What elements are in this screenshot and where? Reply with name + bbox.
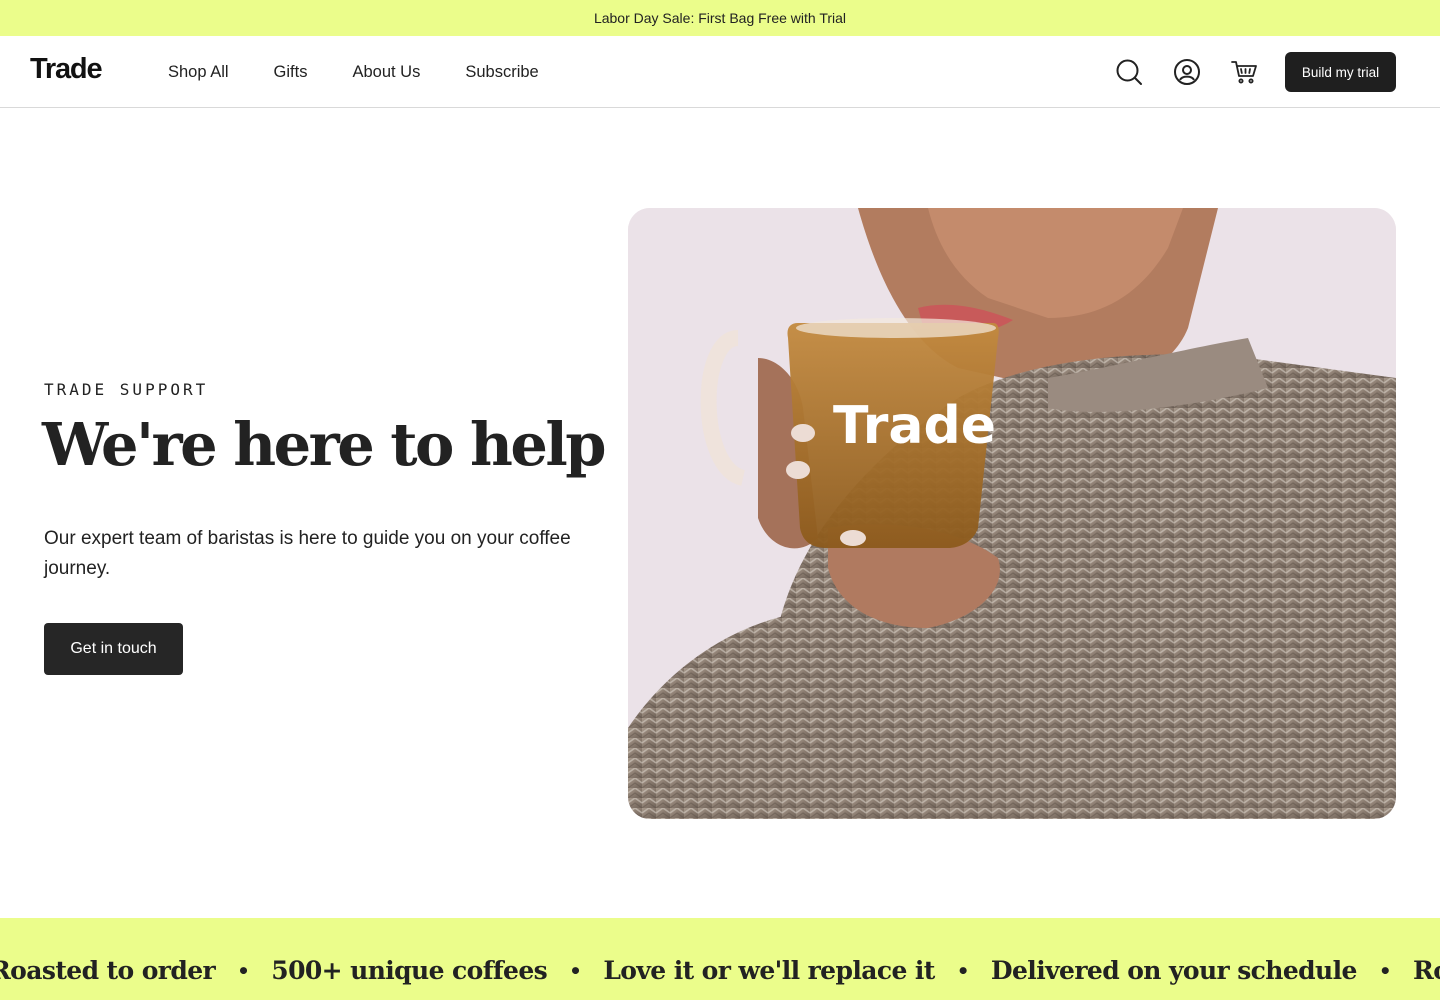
main-navigation: Trade Shop All Gifts About Us Subscribe … — [0, 36, 1440, 108]
build-my-trial-button[interactable]: Build my trial — [1285, 52, 1396, 92]
marquee-separator: • — [956, 958, 970, 983]
mug-logo-text: Trade — [833, 396, 996, 456]
nav-link-shop-all[interactable]: Shop All — [168, 63, 229, 82]
announcement-text[interactable]: Labor Day Sale: First Bag Free with Tria… — [594, 10, 846, 26]
get-in-touch-button[interactable]: Get in touch — [44, 623, 183, 675]
nav-link-about-us[interactable]: About Us — [352, 63, 420, 82]
search-icon[interactable] — [1115, 58, 1143, 86]
marquee-track: Roasted to order • 500+ unique coffees •… — [0, 956, 1440, 985]
nav-links: Shop All Gifts About Us Subscribe — [168, 36, 584, 108]
nav-link-subscribe[interactable]: Subscribe — [465, 63, 538, 82]
marquee-item: Delivered on your schedule — [990, 956, 1358, 985]
marquee-separator: • — [1378, 958, 1392, 983]
nav-link-gifts[interactable]: Gifts — [274, 63, 308, 82]
marquee-item: 500+ unique coffees — [271, 956, 548, 985]
hero-title: We're here to help — [42, 410, 607, 479]
marquee-separator: • — [237, 958, 250, 983]
announcement-bar[interactable]: Labor Day Sale: First Bag Free with Tria… — [0, 0, 1440, 36]
hero-image: Trade — [628, 208, 1396, 819]
trade-logo[interactable]: Trade — [30, 53, 103, 86]
hero-subtitle: Our expert team of baristas is here to g… — [44, 528, 571, 579]
marquee-separator: • — [569, 958, 582, 983]
account-icon[interactable] — [1173, 58, 1201, 86]
marquee-item: Roasted to order — [0, 956, 216, 985]
cart-icon[interactable] — [1230, 58, 1258, 86]
value-props-marquee: Roasted to order • 500+ unique coffees •… — [0, 918, 1440, 1000]
marquee-item: Love it or we'll replace it — [603, 956, 935, 985]
marquee-item: Roasted to order — [1413, 956, 1440, 985]
hero-eyebrow: TRADE SUPPORT — [44, 380, 209, 399]
